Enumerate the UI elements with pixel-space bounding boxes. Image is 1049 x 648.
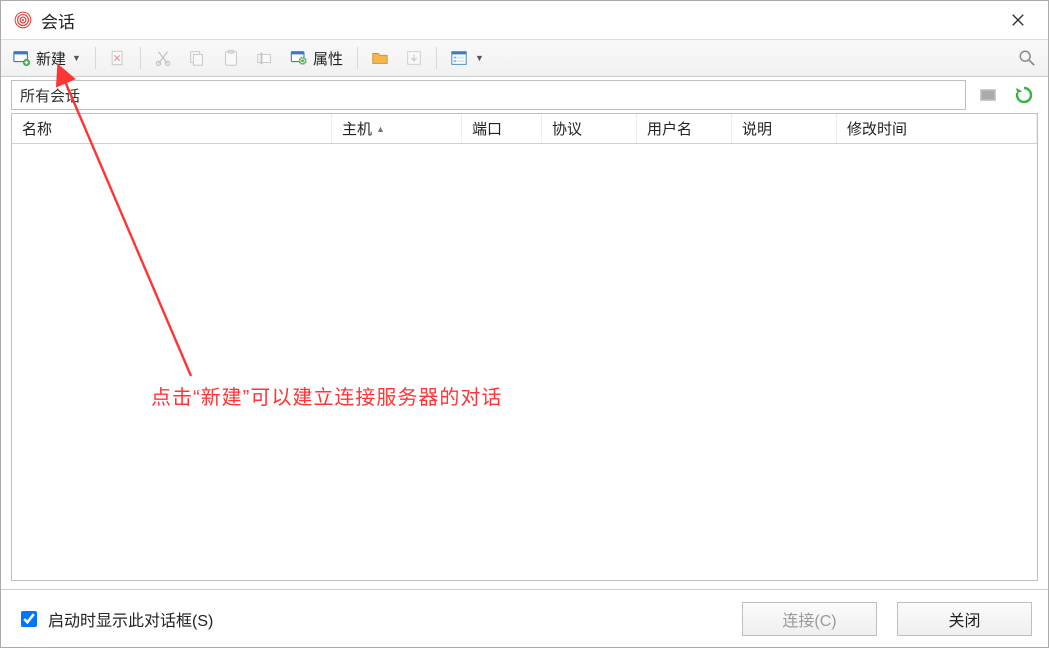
window-close-button[interactable] (996, 5, 1040, 35)
close-button[interactable]: 关闭 (897, 602, 1032, 636)
path-bar: 所有会话 (1, 77, 1048, 113)
col-name[interactable]: 名称 (12, 114, 332, 143)
search-icon (1017, 48, 1037, 68)
cut-icon (153, 48, 173, 68)
separator (357, 47, 358, 69)
separator (436, 47, 437, 69)
list-view-icon (449, 48, 469, 68)
search-button[interactable] (1012, 44, 1042, 72)
paste-icon (221, 48, 241, 68)
delete-button[interactable] (103, 44, 133, 72)
col-modified[interactable]: 修改时间 (837, 114, 1037, 143)
chevron-down-icon: ▼ (475, 53, 484, 63)
session-dialog: 会话 新建 ▼ (0, 0, 1049, 648)
show-on-startup-checkbox[interactable]: 启动时显示此对话框(S) (17, 607, 213, 631)
toolbar: 新建 ▼ (1, 39, 1048, 77)
show-on-startup-input[interactable] (21, 611, 37, 627)
import-icon (404, 48, 424, 68)
copy-icon (187, 48, 207, 68)
paste-button[interactable] (216, 44, 246, 72)
chevron-down-icon: ▼ (72, 53, 81, 63)
col-host[interactable]: 主机▲ (332, 114, 462, 143)
page-x-icon (108, 48, 128, 68)
refresh-icon (1014, 85, 1034, 105)
separator (140, 47, 141, 69)
connect-button[interactable]: 连接(C) (742, 602, 877, 636)
separator (95, 47, 96, 69)
refresh-button[interactable] (1010, 81, 1038, 109)
col-user[interactable]: 用户名 (637, 114, 732, 143)
session-table: 名称 主机▲ 端口 协议 用户名 说明 修改时间 (11, 113, 1038, 581)
window-title: 会话 (41, 8, 75, 33)
new-session-icon (12, 48, 32, 68)
terminal-icon (978, 85, 998, 105)
copy-button[interactable] (182, 44, 212, 72)
new-folder-button[interactable] (365, 44, 395, 72)
path-current: 所有会话 (20, 85, 80, 106)
table-header: 名称 主机▲ 端口 协议 用户名 说明 修改时间 (12, 114, 1037, 144)
properties-button[interactable]: 属性 (284, 44, 350, 72)
folder-icon (370, 48, 390, 68)
rename-icon (255, 48, 275, 68)
path-field[interactable]: 所有会话 (11, 80, 966, 110)
location-button[interactable] (974, 81, 1002, 109)
sort-asc-icon: ▲ (376, 124, 385, 134)
import-button[interactable] (399, 44, 429, 72)
cut-button[interactable] (148, 44, 178, 72)
titlebar: 会话 (1, 1, 1048, 39)
col-description[interactable]: 说明 (732, 114, 837, 143)
show-on-startup-label: 启动时显示此对话框(S) (48, 607, 213, 631)
col-protocol[interactable]: 协议 (542, 114, 637, 143)
new-button-label: 新建 (36, 48, 66, 69)
footer: 启动时显示此对话框(S) 连接(C) 关闭 (1, 589, 1048, 647)
app-icon (13, 10, 33, 30)
col-port[interactable]: 端口 (462, 114, 542, 143)
properties-button-label: 属性 (313, 48, 343, 69)
new-button[interactable]: 新建 ▼ (7, 44, 88, 72)
table-body[interactable] (12, 144, 1037, 580)
rename-button[interactable] (250, 44, 280, 72)
view-mode-button[interactable]: ▼ (444, 44, 491, 72)
properties-icon (289, 48, 309, 68)
